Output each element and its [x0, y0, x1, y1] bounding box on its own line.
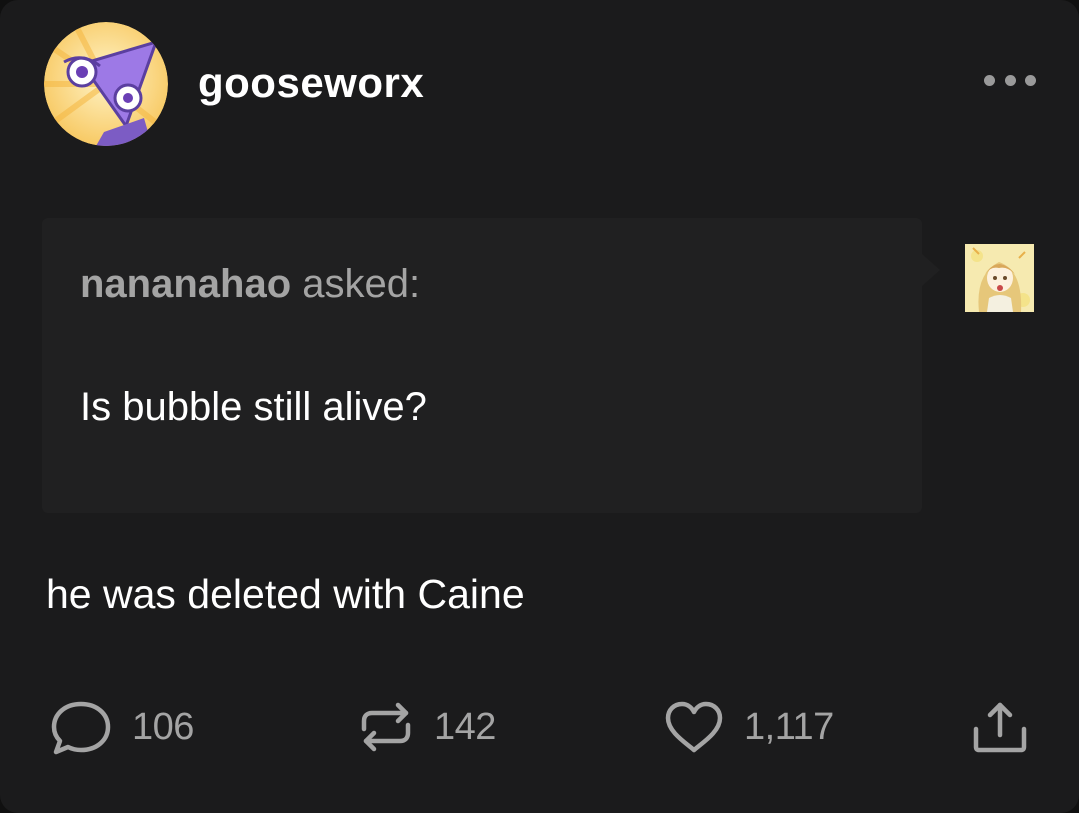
- ellipsis-icon: [1025, 74, 1036, 86]
- reply-count: 106: [132, 705, 194, 748]
- ask-question: Is bubble still alive?: [80, 385, 427, 429]
- reblog-count: 142: [434, 705, 496, 748]
- more-options-button[interactable]: [984, 68, 1036, 92]
- asker-avatar[interactable]: [965, 244, 1034, 312]
- ellipsis-icon: [984, 74, 995, 86]
- reblog-button[interactable]: 142: [358, 700, 496, 754]
- asker-line: nananahao asked:: [80, 264, 420, 304]
- ask-bubble-pointer: [922, 254, 940, 286]
- author-avatar[interactable]: [44, 22, 168, 146]
- share-button[interactable]: [970, 700, 1030, 754]
- post-card: gooseworx nananahao asked: Is bubble sti…: [0, 0, 1079, 813]
- anime-character-avatar-icon: [965, 244, 1034, 312]
- reblog-arrows-icon: [361, 702, 411, 752]
- like-button[interactable]: 1,117: [664, 700, 834, 754]
- reply-button[interactable]: 106: [50, 700, 194, 755]
- heart-icon: [665, 701, 723, 753]
- author-username[interactable]: gooseworx: [198, 62, 424, 104]
- ellipsis-icon: [1004, 74, 1016, 86]
- post-answer-text: he was deleted with Caine: [46, 571, 525, 617]
- speech-bubble-icon: [51, 701, 111, 755]
- purple-triangle-character-avatar-icon: [44, 22, 168, 146]
- like-count: 1,117: [744, 705, 834, 748]
- share-icon: [973, 702, 1027, 753]
- asker-username[interactable]: nananahao: [80, 262, 291, 306]
- asked-label: asked:: [302, 262, 421, 306]
